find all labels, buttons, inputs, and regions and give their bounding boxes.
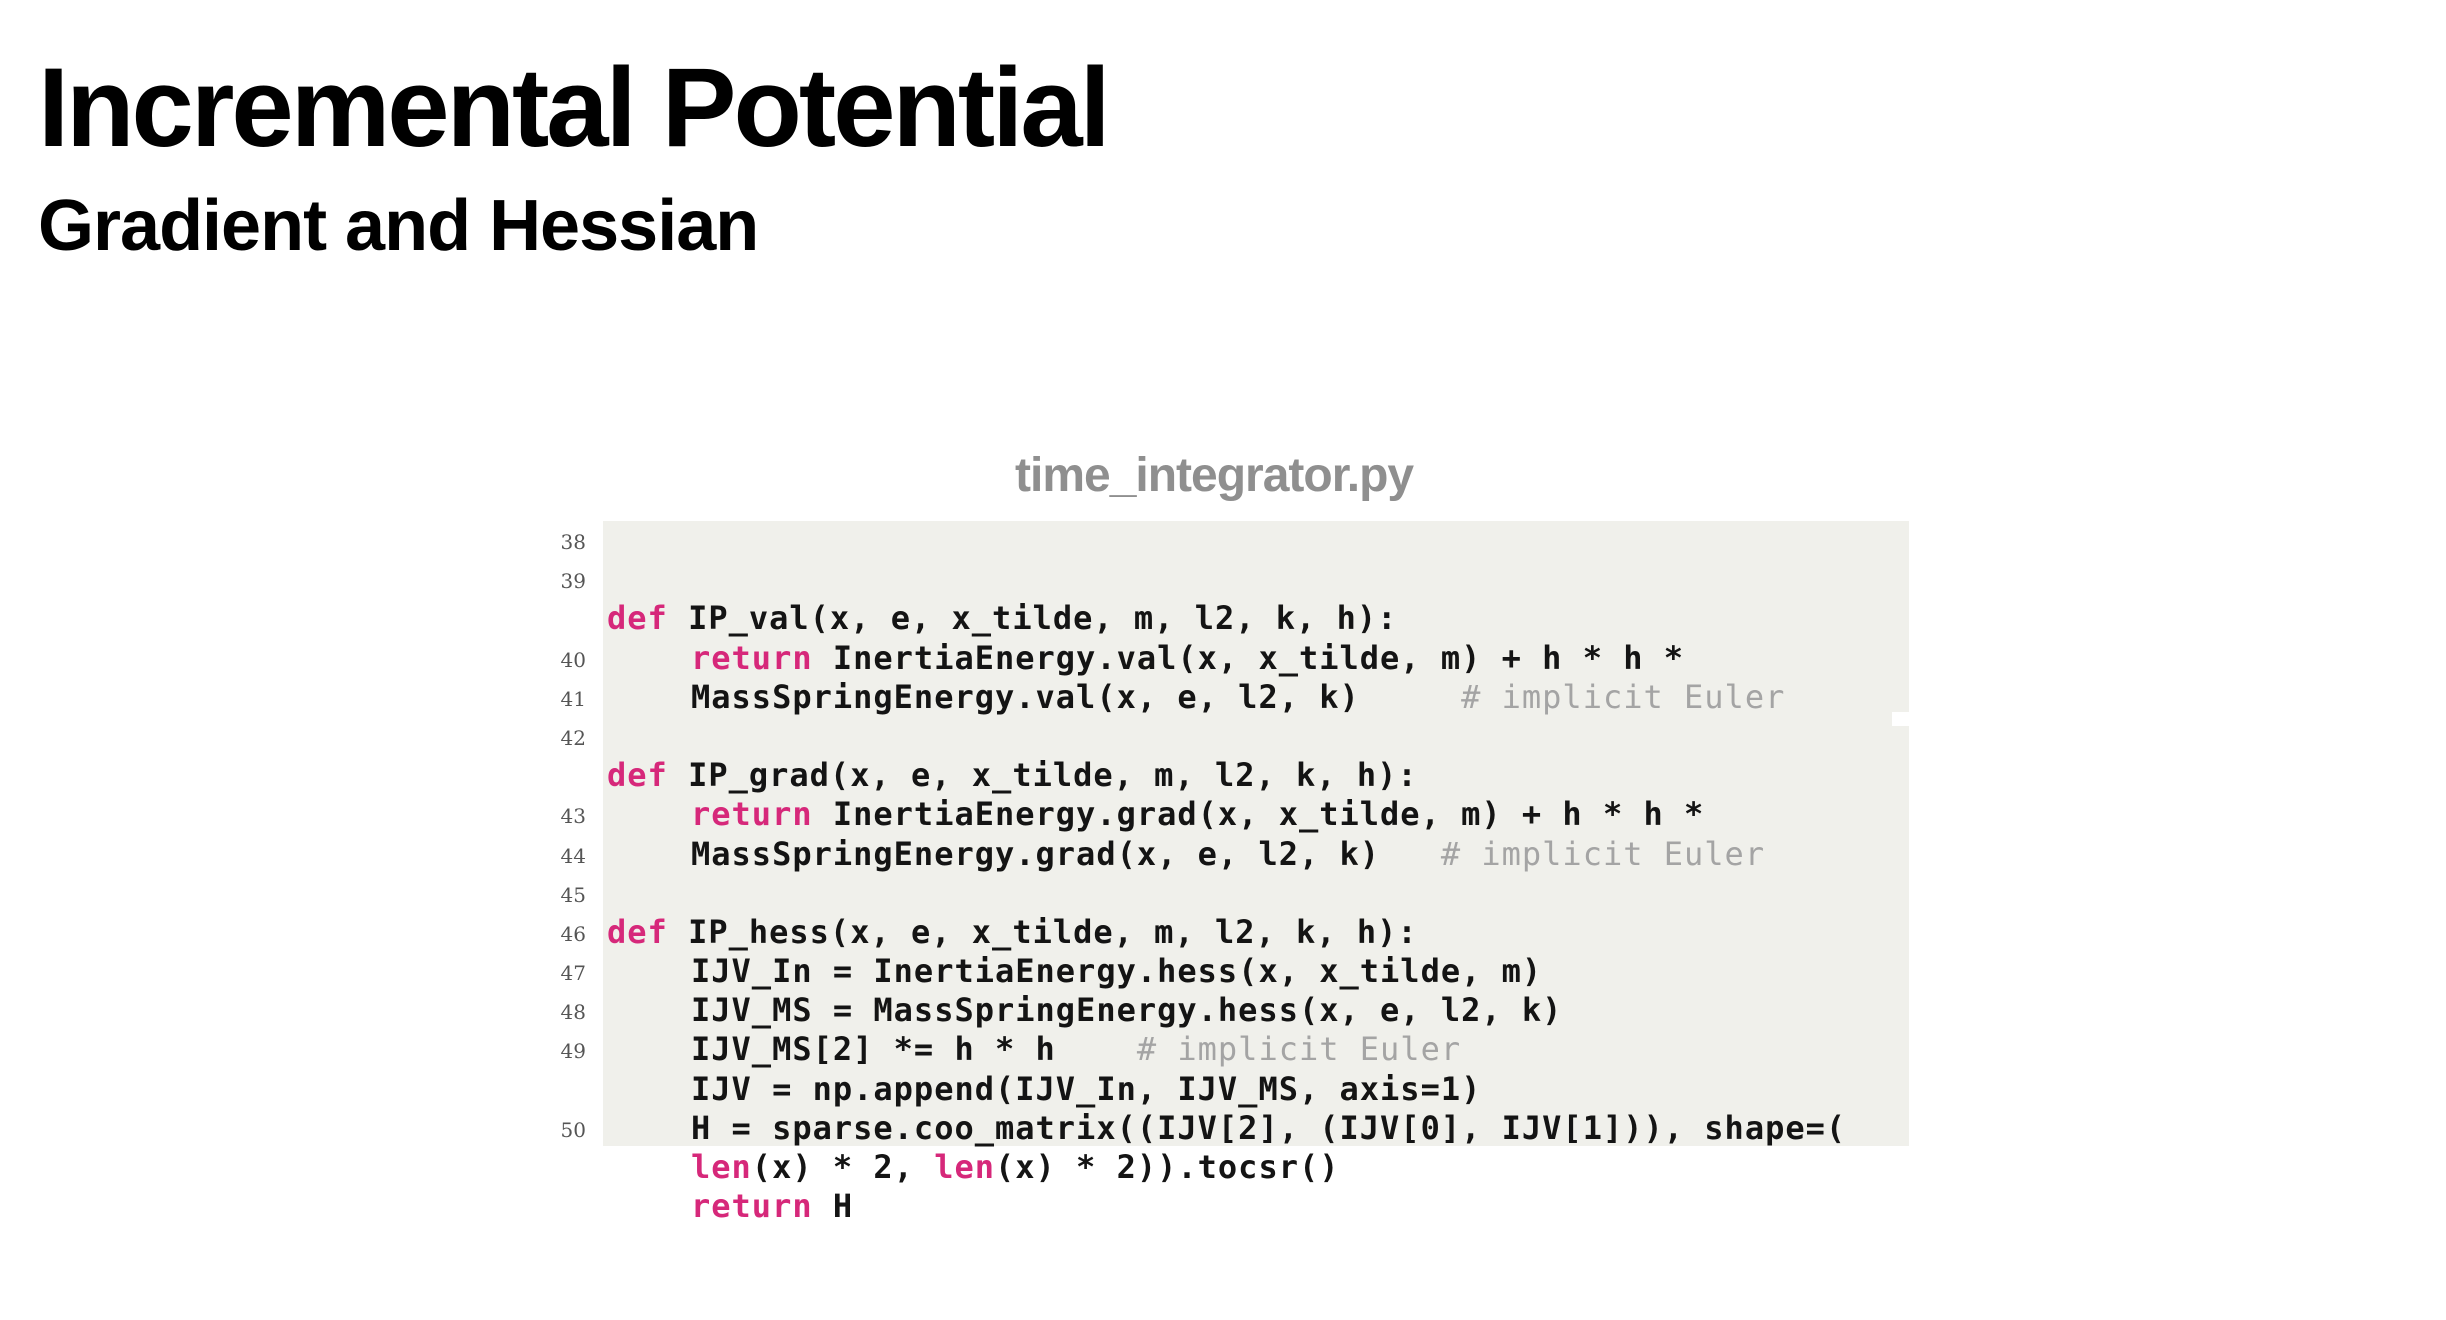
- code-line: 40: [540, 639, 1920, 678]
- code-line: 43: [540, 795, 1920, 834]
- line-number: 38: [560, 530, 586, 554]
- code-text: len(x) * 2, len(x) * 2)).tocsr(): [607, 1148, 1340, 1187]
- line-number: 43: [560, 804, 586, 829]
- line-number: 39: [560, 569, 586, 594]
- line-number: 40: [560, 647, 586, 672]
- slide-title: Incremental Potential: [38, 45, 1111, 170]
- code-line: 47 IJV_MS[2] *= h * h # implicit Euler: [540, 952, 1920, 1068]
- code-line: 48 IJV = np.append(IJV_In, IJV_MS, axis=…: [540, 991, 1920, 1107]
- code-text: return H: [607, 1187, 853, 1226]
- line-number: 46: [560, 921, 586, 946]
- code-keyword: len: [691, 1148, 752, 1187]
- code-line: 49 H = sparse.coo_matrix((IJV[2], (IJV[0…: [540, 1030, 1920, 1146]
- code-block: 38 def IP_val(x, e, x_tilde, m, l2, k, h…: [540, 521, 1920, 1225]
- code-line: 50 return H: [540, 1109, 1920, 1225]
- line-number: 48: [560, 1000, 586, 1025]
- line-number: 50: [560, 1117, 586, 1142]
- line-number: 44: [560, 843, 586, 868]
- code-line: len(x) * 2, len(x) * 2)).tocsr(): [540, 1070, 1920, 1186]
- line-number: 45: [560, 882, 586, 907]
- line-number: 47: [560, 961, 586, 986]
- line-number: 42: [560, 725, 586, 750]
- code-text: (x) * 2,: [751, 1148, 935, 1187]
- code-line: 39 return InertiaEnergy.val(x, x_tilde, …: [540, 560, 1920, 676]
- slide-subtitle: Gradient and Hessian: [38, 186, 759, 266]
- code-keyword: return: [691, 1187, 813, 1226]
- code-line: MassSpringEnergy.grad(x, e, l2, k) # imp…: [540, 756, 1920, 873]
- code-line: 46 IJV_MS = MassSpringEnergy.hess(x, e, …: [540, 913, 1920, 1029]
- code-line: 44 def IP_hess(x, e, x_tilde, m, l2, k, …: [540, 835, 1920, 951]
- line-number: 41: [560, 686, 586, 711]
- line-number: 49: [560, 1039, 586, 1064]
- code-keyword: len: [934, 1148, 995, 1187]
- code-line: MassSpringEnergy.val(x, e, l2, k) # impl…: [540, 599, 1920, 716]
- code-line: 38 def IP_val(x, e, x_tilde, m, l2, k, h…: [540, 521, 1920, 637]
- code-text: H: [812, 1187, 854, 1226]
- code-line: 41 def IP_grad(x, e, x_tilde, m, l2, k, …: [540, 678, 1920, 794]
- code-line: 42 return InertiaEnergy.grad(x, x_tilde,…: [540, 717, 1920, 833]
- code-file-name: time_integrator.py: [1015, 449, 1414, 502]
- code-text: (x) * 2)).tocsr(): [994, 1148, 1340, 1187]
- code-line: 45 IJV_In = InertiaEnergy.hess(x, x_tild…: [540, 874, 1920, 990]
